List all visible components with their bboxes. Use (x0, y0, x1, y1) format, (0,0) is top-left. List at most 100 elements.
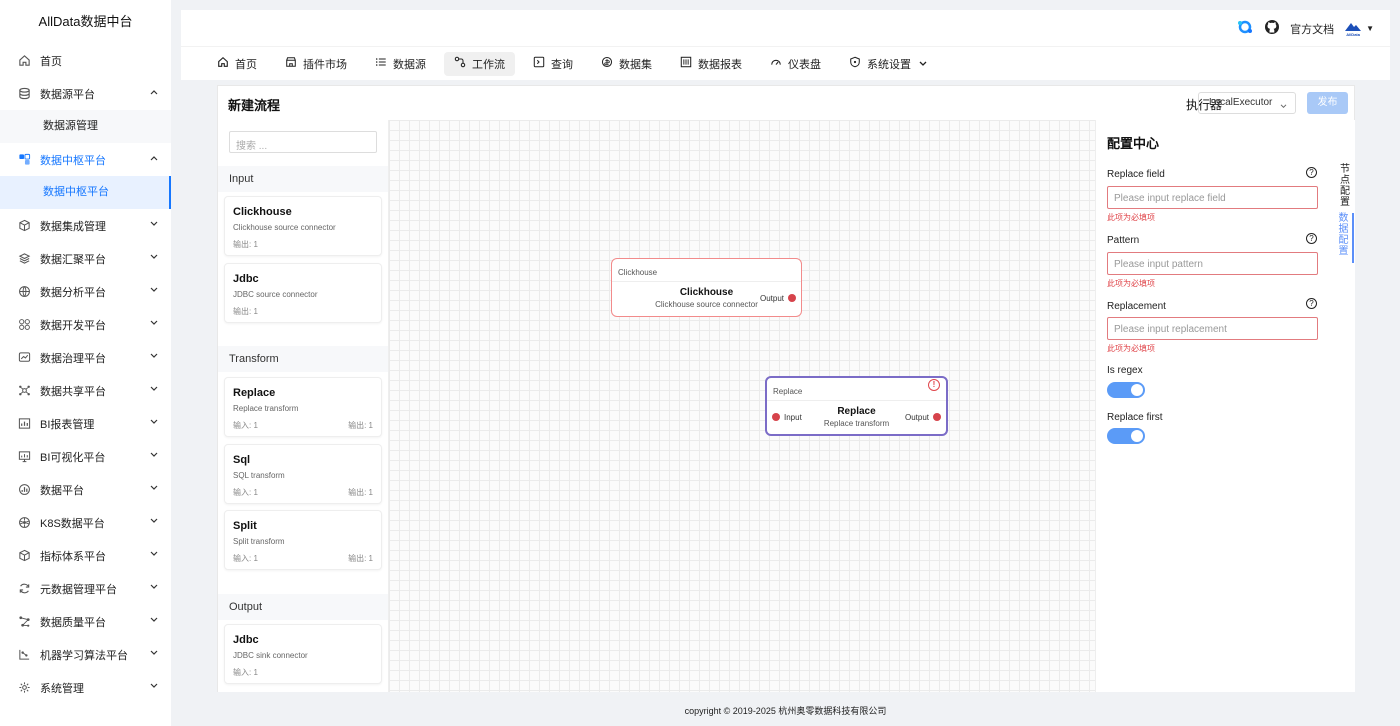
output-port[interactable] (933, 413, 941, 421)
tab-home[interactable]: 首页 (207, 52, 267, 76)
sidebar-item-bi-visual[interactable]: BI可视化平台 (0, 440, 171, 473)
sidebar-item-integration[interactable]: 数据集成管理 (0, 209, 171, 242)
tab-label: 数据源 (393, 58, 426, 71)
sidebar-item-indicator[interactable]: 指标体系平台 (0, 539, 171, 572)
user-menu[interactable]: AllData ▼ (1344, 21, 1374, 37)
config-side-tabs: 节点配置 数据配置 (1335, 120, 1355, 692)
cube-icon (16, 218, 32, 234)
tab-query[interactable]: 查询 (523, 52, 583, 76)
node-divider (767, 400, 946, 401)
palette-card-split[interactable]: Split Split transform 输入: 1 输出: 1 (224, 510, 382, 570)
card-title: Jdbc (233, 273, 259, 285)
canvas-node-clickhouse[interactable]: Clickhouse Clickhouse Clickhouse source … (611, 258, 802, 317)
sidebar-item-development[interactable]: 数据开发平台 (0, 308, 171, 341)
flow-canvas[interactable]: Clickhouse Clickhouse Clickhouse source … (389, 120, 1095, 692)
sidebar-item-datasource-platform[interactable]: 数据源平台 (0, 77, 171, 110)
palette-card-replace[interactable]: Replace Replace transform 输入: 1 输出: 1 (224, 377, 382, 437)
card-io: 输出: 1 (233, 307, 258, 316)
tab-plugin-market[interactable]: 插件市场 (275, 52, 357, 76)
sidebar-item-k8s[interactable]: K8S数据平台 (0, 506, 171, 539)
sidebar-item-governance[interactable]: 数据治理平台 (0, 341, 171, 374)
replacement-input[interactable]: Please input replacement (1107, 317, 1318, 340)
sidebar-item-quality[interactable]: 数据质量平台 (0, 605, 171, 638)
is-regex-label: Is regex (1107, 365, 1143, 376)
globe-icon (16, 284, 32, 300)
pattern-input[interactable]: Please input pattern (1107, 252, 1318, 275)
top-header: 官方文档 AllData ▼ (181, 10, 1390, 46)
tab-system-settings[interactable]: 系统设置 (839, 52, 943, 76)
sidebar-item-metadata[interactable]: 元数据管理平台 (0, 572, 171, 605)
dashboard-icon (770, 56, 788, 71)
tab-workflow[interactable]: 工作流 (444, 51, 515, 76)
footer-copyright: copyright © 2019-2025 杭州奥零数据科技有限公司 (684, 706, 887, 716)
output-port-label: Output (759, 294, 784, 303)
sidebar-item-analysis[interactable]: 数据分析平台 (0, 275, 171, 308)
chevron-down-icon (150, 319, 158, 327)
publish-button[interactable]: 发布 (1307, 92, 1348, 114)
replace-first-label: Replace first (1107, 412, 1163, 423)
card-desc: JDBC sink connector (233, 651, 308, 660)
palette-card-sql[interactable]: Sql SQL transform 输入: 1 输出: 1 (224, 444, 382, 504)
is-regex-toggle[interactable] (1107, 382, 1145, 398)
sync-icon (16, 581, 32, 597)
submenu-item-datasource-management[interactable]: 数据源管理 (0, 110, 171, 143)
sidebar-item-bi-report[interactable]: BI报表管理 (0, 407, 171, 440)
card-desc: SQL transform (233, 471, 285, 480)
help-icon[interactable]: ? (1306, 167, 1317, 178)
executor-select[interactable]: LocalExecutor (1198, 92, 1296, 114)
warning-icon: ! (928, 379, 940, 391)
card-title: Split (233, 520, 257, 532)
sidebar-item-convergence[interactable]: 数据汇聚平台 (0, 242, 171, 275)
sidebar-item-data-platform[interactable]: 数据平台 (0, 473, 171, 506)
tab-datasource[interactable]: 数据源 (365, 52, 436, 76)
chevron-down-icon (150, 583, 158, 591)
node-palette: 搜索 ... Input Clickhouse Clickhouse sourc… (218, 120, 389, 692)
sidebar-item-home[interactable]: 首页 (0, 44, 171, 77)
palette-card-jdbc-sink[interactable]: Jdbc JDBC sink connector 输入: 1 (224, 624, 382, 684)
tab-report[interactable]: 数据报表 (670, 52, 752, 76)
section-output: Output (218, 594, 388, 620)
workflow-icon (454, 56, 472, 71)
output-port[interactable] (788, 294, 796, 302)
card-io-in: 输入: 1 (233, 554, 258, 563)
palette-search-input[interactable]: 搜索 ... (229, 131, 377, 153)
sidebar-item-label: 数据分析平台 (40, 286, 106, 299)
sidebar-item-ml[interactable]: 机器学习算法平台 (0, 638, 171, 671)
sidebar-item-label: 数据开发平台 (40, 319, 106, 332)
tab-label: 系统设置 (867, 58, 911, 71)
caret-down-icon: ▼ (1366, 24, 1374, 33)
sidebar-item-hub-platform[interactable]: 数据中枢平台 (0, 143, 171, 176)
docs-link[interactable]: 官方文档 (1290, 21, 1334, 37)
replacement-error: 此项为必填项 (1107, 344, 1155, 353)
replace-field-input[interactable]: Please input replace field (1107, 186, 1318, 209)
help-icon[interactable]: ? (1306, 233, 1317, 244)
bar-chart-icon (16, 482, 32, 498)
pattern-label: Pattern (1107, 235, 1140, 246)
sidebar-item-system[interactable]: 系统管理 (0, 671, 171, 704)
submenu-item-hub-platform[interactable]: 数据中枢平台 (0, 176, 171, 209)
sidebar-item-label: 数据治理平台 (40, 352, 106, 365)
tab-dataset[interactable]: 数据集 (591, 52, 662, 76)
config-title: 配置中心 (1107, 136, 1160, 151)
header-actions: 官方文档 AllData ▼ (1236, 18, 1374, 39)
tab-dashboard[interactable]: 仪表盘 (760, 52, 831, 76)
help-icon[interactable]: ? (1306, 298, 1317, 309)
palette-card-jdbc-source[interactable]: Jdbc JDBC source connector 输出: 1 (224, 263, 382, 323)
canvas-node-replace[interactable]: Replace ! Input Replace Replace transfor… (765, 376, 948, 436)
replace-first-toggle[interactable] (1107, 428, 1145, 444)
node-kind: Replace (773, 387, 803, 396)
logo-text: AllData (1346, 31, 1360, 37)
palette-card-clickhouse-source[interactable]: Clickhouse Clickhouse source connector 输… (224, 196, 382, 256)
tab-label: 插件市场 (303, 58, 347, 71)
app-switch-icon[interactable] (1236, 18, 1254, 39)
sidebar-item-sharing[interactable]: 数据共享平台 (0, 374, 171, 407)
card-title: Clickhouse (233, 206, 292, 218)
sidebar: AllData数据中台 首页 数据源平台 数据源管理 数据中枢平台 数据中枢平台… (0, 0, 171, 726)
tab-node-config[interactable]: 节点配置 (1335, 164, 1355, 208)
card-title: Jdbc (233, 634, 259, 646)
database-icon (16, 86, 32, 102)
github-icon[interactable] (1264, 19, 1280, 38)
sidebar-item-label: 数据共享平台 (40, 385, 106, 398)
tab-data-config[interactable]: 数据配置 (1335, 213, 1354, 263)
monitor-chart-icon (16, 350, 32, 366)
